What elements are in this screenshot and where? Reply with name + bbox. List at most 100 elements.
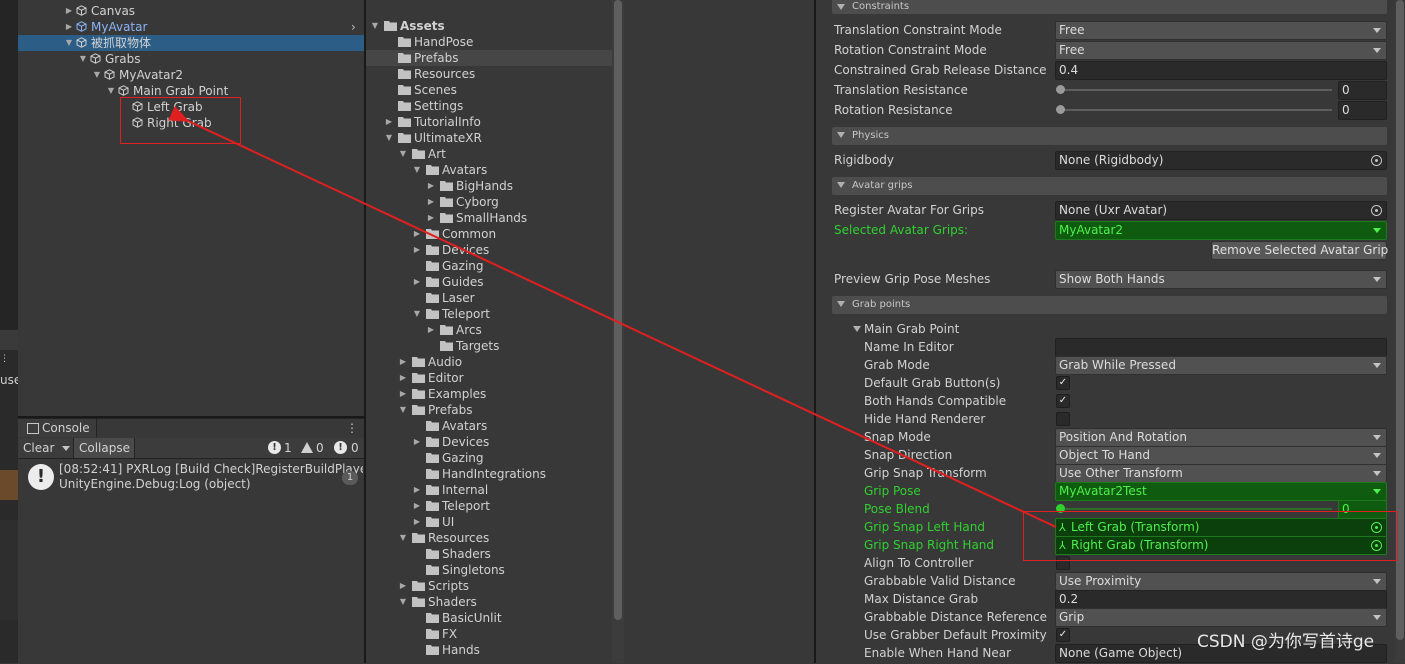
fold-down-icon[interactable]: ▼ xyxy=(64,36,74,50)
project-folder-row[interactable]: Shaders xyxy=(366,546,612,562)
project-folder-row[interactable]: ▶ Guides xyxy=(366,274,612,290)
fold-right-icon[interactable]: ▶ xyxy=(384,115,394,129)
fold-right-icon[interactable]: ▶ xyxy=(412,275,422,289)
fold-down-icon[interactable]: ▼ xyxy=(370,19,380,33)
fold-down-icon[interactable]: ▼ xyxy=(106,84,116,98)
object-picker-icon[interactable] xyxy=(1371,155,1382,166)
project-folder-row[interactable]: Gazing xyxy=(366,258,612,274)
warning-icon[interactable] xyxy=(301,442,313,453)
project-folder-row[interactable]: Prefabs xyxy=(366,50,612,66)
project-folder-row[interactable]: ▶ Common xyxy=(366,226,612,242)
fold-right-icon[interactable]: ▶ xyxy=(426,211,436,225)
project-folder-row[interactable]: ▼ UltimateXR xyxy=(366,130,612,146)
grabbable-distance-ref-dropdown[interactable]: Grip xyxy=(1055,608,1387,627)
fold-right-icon[interactable]: ▶ xyxy=(426,323,436,337)
collapse-button[interactable]: Collapse xyxy=(73,438,135,458)
grab-mode-dropdown[interactable]: Grab While Pressed xyxy=(1055,356,1387,375)
fold-down-icon[interactable]: ▼ xyxy=(398,595,408,609)
project-folder-row[interactable]: ▼ Assets xyxy=(366,18,612,34)
rotation-constraint-mode-dropdown[interactable]: Free xyxy=(1055,41,1387,60)
project-folder-row[interactable]: Targets xyxy=(366,338,612,354)
fold-right-icon[interactable]: ▶ xyxy=(412,227,422,241)
open-prefab-chevron-icon[interactable]: › xyxy=(351,19,356,35)
translation-resistance-slider[interactable] xyxy=(1060,89,1332,91)
fold-down-icon[interactable]: ▼ xyxy=(398,403,408,417)
project-folder-row[interactable]: Gazing xyxy=(366,450,612,466)
project-folder-row[interactable]: ▶ UI xyxy=(366,514,612,530)
fold-down-icon[interactable]: ▼ xyxy=(384,131,394,145)
project-folder-row[interactable]: ▶ Devices xyxy=(366,434,612,450)
main-grab-point-label[interactable]: Main Grab Point xyxy=(864,320,959,338)
snap-direction-dropdown[interactable]: Object To Hand xyxy=(1055,446,1387,465)
rigidbody-object-field[interactable]: None (Rigidbody) xyxy=(1055,151,1387,170)
project-folder-row[interactable]: ▶ Devices xyxy=(366,242,612,258)
project-folder-row[interactable]: HandPose xyxy=(366,34,612,50)
hierarchy-row[interactable]: ▶ MyAvatar › xyxy=(18,19,364,35)
fold-down-icon[interactable]: ▼ xyxy=(92,68,102,82)
use-grabber-default-proximity-checkbox[interactable]: ✓ xyxy=(1056,628,1070,642)
project-folder-row[interactable]: ▶ Arcs xyxy=(366,322,612,338)
clear-options-chevron-icon[interactable] xyxy=(62,446,70,451)
register-avatar-object-field[interactable]: None (Uxr Avatar) xyxy=(1055,201,1387,220)
fold-right-icon[interactable]: ▶ xyxy=(64,4,74,18)
project-folder-row[interactable]: Settings xyxy=(366,98,612,114)
project-scrollbar[interactable] xyxy=(612,0,624,663)
name-in-editor-field[interactable] xyxy=(1055,338,1387,357)
rotation-resistance-field[interactable]: 0 xyxy=(1338,101,1387,120)
project-folder-row[interactable]: ▶ Examples xyxy=(366,386,612,402)
fold-right-icon[interactable]: ▶ xyxy=(398,387,408,401)
constraints-section-header[interactable]: Constraints xyxy=(832,0,1387,14)
project-folder-row[interactable]: ▼ Prefabs xyxy=(366,402,612,418)
snap-mode-dropdown[interactable]: Position And Rotation xyxy=(1055,428,1387,447)
scrollbar-thumb[interactable] xyxy=(614,0,622,620)
avatar-grips-section-header[interactable]: Avatar grips xyxy=(832,177,1387,195)
project-folder-row[interactable]: ▼ Resources xyxy=(366,530,612,546)
project-folder-row[interactable]: ▶ Audio xyxy=(366,354,612,370)
info-icon[interactable]: ! xyxy=(268,441,281,454)
project-folder-row[interactable]: ▶ SmallHands xyxy=(366,210,612,226)
error-icon[interactable]: ! xyxy=(334,441,347,454)
preview-meshes-dropdown[interactable]: Show Both Hands xyxy=(1055,270,1387,289)
fold-right-icon[interactable]: ▶ xyxy=(412,515,422,529)
project-folder-row[interactable]: ▶ Editor xyxy=(366,370,612,386)
fold-right-icon[interactable]: ▶ xyxy=(398,371,408,385)
project-folder-row[interactable]: ▼ Avatars xyxy=(366,162,612,178)
max-distance-grab-field[interactable]: 0.2 xyxy=(1055,590,1387,609)
project-folder-row[interactable]: Singletons xyxy=(366,562,612,578)
fold-down-icon[interactable]: ▼ xyxy=(398,531,408,545)
hierarchy-row[interactable]: ▼ 被抓取物体 xyxy=(18,35,364,51)
object-picker-icon[interactable] xyxy=(1371,205,1382,216)
fold-down-icon[interactable]: ▼ xyxy=(412,307,422,321)
project-folder-row[interactable]: ▶ Internal xyxy=(366,482,612,498)
tab-console[interactable]: Console xyxy=(18,419,97,437)
fold-right-icon[interactable]: ▶ xyxy=(64,20,74,34)
project-folder-row[interactable]: ▼ Teleport xyxy=(366,306,612,322)
project-folder-row[interactable]: ▶ Teleport xyxy=(366,498,612,514)
main-grab-point-fold-icon[interactable] xyxy=(853,326,861,332)
grip-pose-dropdown[interactable]: MyAvatar2Test xyxy=(1055,482,1387,501)
fold-right-icon[interactable]: ▶ xyxy=(412,243,422,257)
hierarchy-row[interactable]: ▼ Grabs xyxy=(18,51,364,67)
project-folder-row[interactable]: FX xyxy=(366,626,612,642)
grip-snap-transform-dropdown[interactable]: Use Other Transform xyxy=(1055,464,1387,483)
fold-right-icon[interactable]: ▶ xyxy=(398,355,408,369)
inspector-scrollbar[interactable] xyxy=(1395,0,1405,663)
grabbable-valid-distance-dropdown[interactable]: Use Proximity xyxy=(1055,572,1387,591)
overflow-menu-icon[interactable]: ⋮ xyxy=(0,352,18,366)
fold-right-icon[interactable]: ▶ xyxy=(426,179,436,193)
project-folder-row[interactable]: Avatars xyxy=(366,418,612,434)
slider-knob[interactable] xyxy=(1056,105,1065,114)
default-grab-buttons-checkbox[interactable]: ✓ xyxy=(1056,376,1070,390)
constrained-release-distance-field[interactable]: 0.4 xyxy=(1055,61,1387,80)
fold-right-icon[interactable]: ▶ xyxy=(412,435,422,449)
project-folder-row[interactable]: Resources xyxy=(366,66,612,82)
translation-constraint-mode-dropdown[interactable]: Free xyxy=(1055,21,1387,40)
project-folder-row[interactable]: BasicUnlit xyxy=(366,610,612,626)
hierarchy-row[interactable]: ▶ Canvas xyxy=(18,3,364,19)
pose-blend-slider[interactable] xyxy=(1060,508,1332,510)
slider-knob[interactable] xyxy=(1056,85,1065,94)
fold-down-icon[interactable]: ▼ xyxy=(412,163,422,177)
hierarchy-row[interactable]: ▼ MyAvatar2 xyxy=(18,67,364,83)
project-folder-row[interactable]: ▶ Scripts xyxy=(366,578,612,594)
project-folder-row[interactable]: ▼ Shaders xyxy=(366,594,612,610)
